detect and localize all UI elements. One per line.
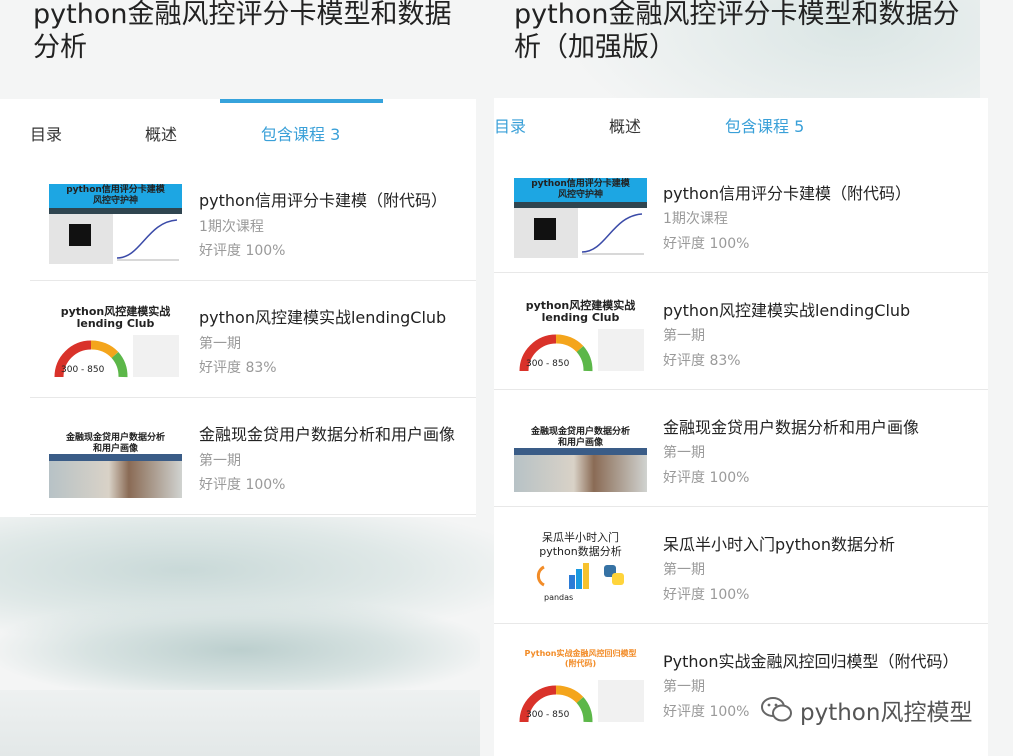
course-period: 第一期 — [663, 445, 705, 461]
data-tools-logos-icon — [536, 563, 624, 589]
right-panel: python金融风控评分卡模型和数据分析（加强版） 目录 概述 包含课程 5 p… — [478, 0, 1013, 756]
thumb-text: lending Club — [541, 311, 620, 324]
tab-overview[interactable]: 概述 — [609, 113, 641, 137]
list-item[interactable]: 呆瓜半小时入门 python数据分析 pandas 呆瓜半小时入门python数… — [494, 507, 988, 624]
divider — [30, 514, 476, 515]
thumb-text: python信用评分卡建模 — [66, 185, 165, 195]
course-rating: 好评度 100% — [199, 243, 286, 259]
course-thumbnail: python信用评分卡建模 风控守护神 — [514, 178, 647, 258]
tab-courses[interactable]: 包含课程 3 — [261, 121, 340, 145]
sigmoid-chart-icon — [113, 214, 182, 264]
thumb-text: (附代码) — [564, 659, 597, 668]
course-period: 1期次课程 — [199, 219, 264, 235]
course-rating: 好评度 100% — [663, 704, 750, 720]
left-panel: python金融风控评分卡模型和数据分析 目录 概述 包含课程 3 python… — [0, 0, 478, 756]
tab-active-indicator — [220, 99, 383, 103]
thumb-text: 风控守护神 — [557, 190, 603, 200]
course-title[interactable]: 金融现金贷用户数据分析和用户画像 — [199, 421, 455, 445]
course-period: 第一期 — [663, 328, 705, 344]
course-rating: 好评度 100% — [199, 477, 286, 493]
thumb-header: python信用评分卡建模 风控守护神 — [514, 178, 647, 202]
course-title[interactable]: python信用评分卡建模（附代码） — [663, 180, 911, 204]
course-period: 第一期 — [663, 562, 705, 578]
wechat-icon — [761, 697, 792, 722]
course-rating: 好评度 100% — [663, 587, 750, 603]
course-title[interactable]: 金融现金贷用户数据分析和用户画像 — [663, 414, 919, 438]
course-card: 目录 概述 包含课程 5 python信用评分卡建模 风控守护神 python信… — [494, 98, 988, 756]
course-rating: 好评度 83% — [663, 353, 741, 369]
course-rating: 好评度 83% — [199, 360, 277, 376]
tab-bar: 目录 概述 包含课程 3 — [0, 99, 476, 159]
course-title[interactable]: python风控建模实战lendingClub — [663, 297, 910, 321]
course-title[interactable]: Python实战金融风控回归模型（附代码） — [663, 648, 958, 672]
thumb-text: python信用评分卡建模 — [531, 179, 630, 189]
page-title: python金融风控评分卡模型和数据分析 — [33, 0, 452, 63]
list-item[interactable]: 金融现金贷用户数据分析 和用户画像 金融现金贷用户数据分析和用户画像 第一期 好… — [0, 398, 476, 515]
course-card: 目录 概述 包含课程 3 python信用评分卡建模 风控守护神 python信… — [0, 99, 476, 517]
page-title: python金融风控评分卡模型和数据分析（加强版） — [514, 0, 960, 63]
thumb-text: python数据分析 — [539, 545, 622, 558]
course-title[interactable]: 呆瓜半小时入门python数据分析 — [663, 531, 895, 555]
tab-courses[interactable]: 包含课程 5 — [725, 113, 804, 137]
photo-image — [514, 455, 647, 492]
thumb-score: 300 - 850 — [61, 365, 105, 375]
course-period: 第一期 — [199, 453, 241, 469]
thumb-text: 风控守护神 — [92, 196, 138, 206]
course-thumbnail: 金融现金贷用户数据分析 和用户画像 — [49, 418, 182, 498]
course-thumbnail: Python实战金融风控回归模型 (附代码) 300 - 850 — [514, 646, 647, 726]
course-title[interactable]: python信用评分卡建模（附代码） — [199, 187, 447, 211]
thumb-score: 300 - 850 — [526, 710, 570, 720]
thumb-text: lending Club — [76, 317, 155, 330]
list-item[interactable]: python风控建模实战 lending Club 300 - 850 pyth… — [0, 281, 476, 398]
thumb-text: pandas — [544, 593, 574, 602]
list-item[interactable]: python信用评分卡建模 风控守护神 python信用评分卡建模（附代码） 1… — [0, 164, 476, 281]
course-thumbnail: python风控建模实战 lending Club 300 - 850 — [514, 295, 647, 375]
tab-bar: 目录 概述 包含课程 5 — [494, 98, 988, 158]
list-item[interactable]: python信用评分卡建模 风控守护神 python信用评分卡建模（附代码） 1… — [494, 156, 988, 273]
course-rating: 好评度 100% — [663, 236, 750, 252]
course-thumbnail: python信用评分卡建模 风控守护神 — [49, 184, 182, 264]
tab-catalog[interactable]: 目录 — [30, 121, 62, 145]
list-item[interactable]: 金融现金贷用户数据分析 和用户画像 金融现金贷用户数据分析和用户画像 第一期 好… — [494, 390, 988, 507]
thumb-score: 300 - 850 — [526, 359, 570, 369]
sigmoid-chart-icon — [578, 208, 647, 258]
course-rating: 好评度 100% — [663, 470, 750, 486]
list-item[interactable]: python风控建模实战 lending Club 300 - 850 pyth… — [494, 273, 988, 390]
thumb-header: python信用评分卡建模 风控守护神 — [49, 184, 182, 208]
tab-overview[interactable]: 概述 — [145, 121, 177, 145]
course-thumbnail: python风控建模实战 lending Club 300 - 850 — [49, 301, 182, 381]
watermark: python风控模型 — [760, 690, 1010, 730]
course-period: 第一期 — [199, 336, 241, 352]
course-title[interactable]: python风控建模实战lendingClub — [199, 304, 446, 328]
course-thumbnail: 金融现金贷用户数据分析 和用户画像 — [514, 412, 647, 492]
course-period: 第一期 — [663, 679, 705, 695]
thumb-text: 和用户画像 — [92, 444, 138, 454]
tab-catalog[interactable]: 目录 — [494, 113, 526, 137]
course-period: 1期次课程 — [663, 211, 728, 227]
watermark-text: python风控模型 — [800, 700, 973, 726]
thumb-text: 和用户画像 — [557, 438, 603, 448]
course-thumbnail: 呆瓜半小时入门 python数据分析 pandas — [514, 529, 647, 609]
photo-image — [49, 461, 182, 498]
